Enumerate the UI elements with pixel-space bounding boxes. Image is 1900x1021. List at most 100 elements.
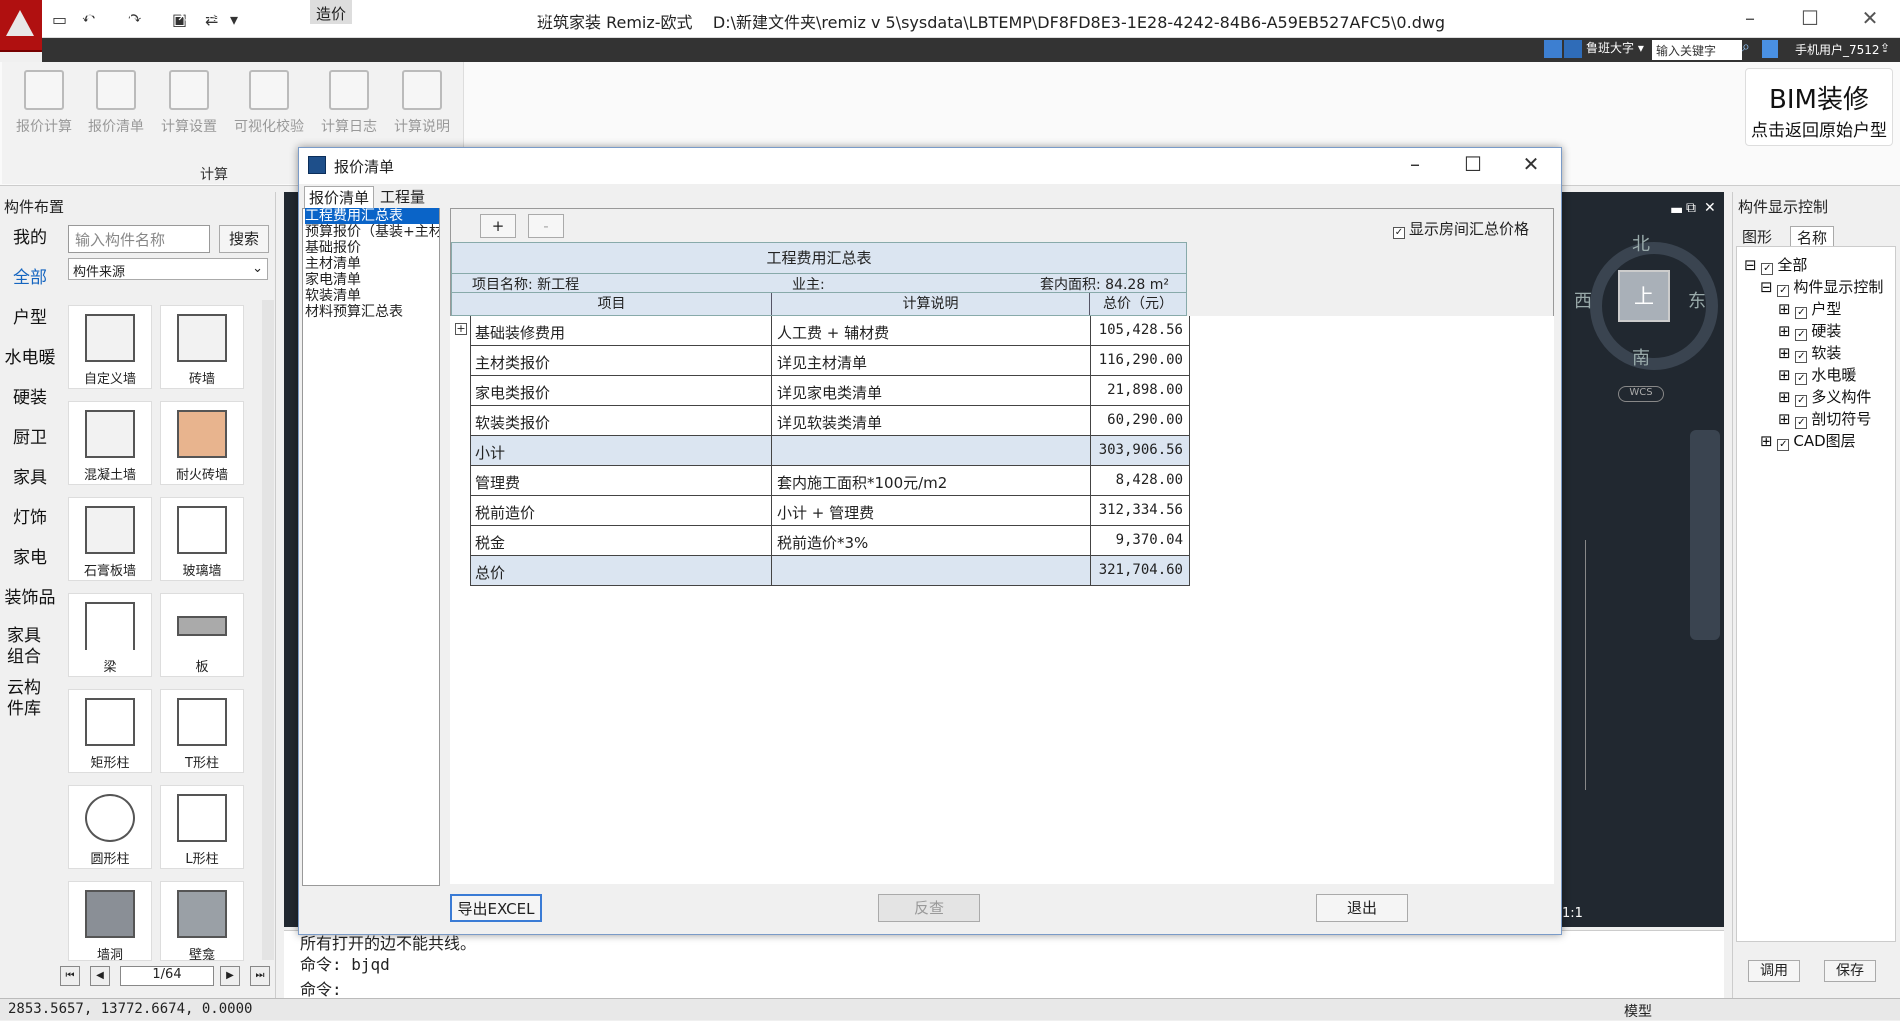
expand-icon[interactable]: ⇪ (1880, 41, 1890, 55)
category-hard[interactable]: 硬装 (4, 388, 56, 409)
search-icon[interactable]: ⌕ (1742, 39, 1750, 55)
reverse-lookup-button[interactable]: 反查 (878, 894, 980, 922)
export-excel-button[interactable]: 导出EXCEL (450, 894, 542, 922)
tree-item-all[interactable]: ⊟ ✓ 全部 (1744, 254, 1807, 275)
component-search-input[interactable]: 输入构件名称 (68, 225, 210, 253)
table-row[interactable]: 总价 321,704.60 (470, 556, 1190, 586)
app-logo-icon[interactable] (0, 0, 42, 52)
category-mine[interactable]: 我的 (4, 228, 56, 249)
checkbox[interactable]: ✓ (1795, 417, 1808, 429)
checkbox[interactable]: ✓ (1795, 373, 1808, 385)
list-item[interactable]: 家电清单 (305, 272, 439, 288)
table-row[interactable]: 主材类报价 详见主材清单 116,290.00 (470, 346, 1190, 376)
viewport-restore-icon[interactable]: ⧉ (1686, 200, 1696, 216)
quick-access-dropdown-icon[interactable]: ▾ (230, 10, 238, 29)
tile-gypsum-wall[interactable]: 石膏板墙 (68, 497, 152, 581)
maximize-button[interactable]: ☐ (1795, 6, 1825, 30)
keyword-search-input[interactable]: 输入关键字 (1652, 40, 1742, 60)
command-prompt[interactable]: 命令: (300, 976, 342, 1000)
table-row[interactable]: 税前造价 小计 + 管理费 312,334.56 (470, 496, 1190, 526)
viewcube-center[interactable]: 上 (1618, 270, 1670, 322)
checkbox[interactable]: ✓ (1795, 307, 1808, 319)
category-all[interactable]: 全部 (4, 268, 56, 289)
category-lighting[interactable]: 灯饰 (4, 508, 56, 529)
tab-graphics[interactable]: 图形 (1742, 226, 1772, 247)
visual-check-button[interactable]: 可视化校验 (226, 70, 312, 136)
category-kitchen-bath[interactable]: 厨卫 (4, 428, 56, 449)
checkbox[interactable]: ✓ (1777, 285, 1790, 297)
checkbox[interactable]: ✓ (1795, 329, 1808, 341)
calc-settings-button[interactable]: 计算设置 (153, 70, 225, 136)
prev-page-button[interactable]: ◀ (90, 966, 110, 986)
category-decor[interactable]: 装饰品 (4, 588, 56, 609)
table-row[interactable]: 小计 303,906.56 (470, 436, 1190, 466)
category-layout[interactable]: 户型 (4, 308, 56, 329)
first-page-button[interactable]: ⏮ (60, 966, 80, 986)
tab-quote-list[interactable]: 报价清单 (304, 186, 375, 208)
tile-niche[interactable]: 壁龛 (160, 881, 244, 961)
viewport-close-icon[interactable]: ✕ (1704, 200, 1716, 216)
calc-log-button[interactable]: 计算日志 (313, 70, 385, 136)
quote-calc-button[interactable]: 报价计算 (8, 70, 80, 136)
table-row[interactable]: 管理费 套内施工面积*100元/m2 8,428.00 (470, 466, 1190, 496)
tile-brick-wall[interactable]: 砖墙 (160, 305, 244, 389)
close-button[interactable]: ✕ (1855, 6, 1885, 30)
tree-item-multi[interactable]: ⊞ ✓ 多义构件 (1778, 386, 1871, 407)
calc-notes-button[interactable]: 计算说明 (386, 70, 458, 136)
list-item[interactable]: 预算报价（基装+主材 (305, 224, 439, 240)
expand-icon[interactable]: + (455, 323, 467, 335)
save-settings-button[interactable]: 保存 (1824, 960, 1876, 982)
show-room-summary-checkbox[interactable]: ✓ 显示房间汇总价格 (1393, 218, 1529, 239)
checkbox[interactable]: ✓ (1795, 351, 1808, 363)
menu-cost[interactable]: 造价 (310, 0, 353, 24)
category-furniture[interactable]: 家具 (4, 468, 56, 489)
list-item[interactable]: 基础报价 (305, 240, 439, 256)
annotation-scale[interactable]: 1:1 (1562, 906, 1583, 921)
minimize-button[interactable]: – (1735, 6, 1765, 30)
list-item[interactable]: 材料预算汇总表 (305, 304, 439, 320)
tile-rect-column[interactable]: 矩形柱 (68, 689, 152, 773)
checkbox[interactable]: ✓ (1795, 395, 1808, 407)
table-row[interactable]: 软装类报价 详见软装类清单 60,290.00 (470, 406, 1190, 436)
tile-custom-wall[interactable]: 自定义墙 (68, 305, 152, 389)
navigation-bar[interactable] (1690, 430, 1720, 640)
tile-round-column[interactable]: 圆形柱 (68, 785, 152, 869)
tile-beam[interactable]: 梁 (68, 593, 152, 677)
list-view-icon[interactable] (1564, 40, 1582, 58)
dialog-minimize-button[interactable]: – (1400, 152, 1430, 176)
menu-help[interactable]: 帮助 (524, 3, 554, 24)
menu-component-lib[interactable]: 构件库 (371, 3, 416, 24)
tree-item-mep[interactable]: ⊞ ✓ 水电暖 (1778, 364, 1856, 385)
checkbox[interactable]: ✓ (1393, 227, 1405, 239)
wcs-menu[interactable]: WCS (1618, 386, 1664, 402)
list-item[interactable]: 主材清单 (305, 256, 439, 272)
menu-project[interactable]: 项目 (70, 3, 100, 24)
apply-button[interactable]: 调用 (1748, 960, 1800, 982)
tree-item-cad-layers[interactable]: ⊞ ✓ CAD图层 (1760, 430, 1856, 451)
last-page-button[interactable]: ⏭ (250, 966, 270, 986)
viewport-minimize-icon[interactable]: ▬ (1670, 202, 1683, 218)
category-cloud-lib[interactable]: 云构件库 (4, 678, 44, 720)
user-name[interactable]: 手机用户_7512 (1795, 41, 1880, 58)
tile-t-column[interactable]: T形柱 (160, 689, 244, 773)
page-number[interactable]: 1/64 (120, 966, 214, 986)
open-icon[interactable]: ▭ (52, 10, 67, 29)
table-row[interactable]: 基础装修费用 人工费 + 辅材费 105,428.56 (470, 316, 1190, 346)
quote-list-button[interactable]: 报价清单 (80, 70, 152, 136)
dialog-maximize-button[interactable]: ☐ (1458, 152, 1488, 176)
category-mep[interactable]: 水电暖 (4, 348, 56, 369)
category-appliance[interactable]: 家电 (4, 548, 56, 569)
search-button[interactable]: 搜索 (219, 225, 269, 253)
checkbox[interactable]: ✓ (1777, 439, 1790, 451)
list-item[interactable]: 软装清单 (305, 288, 439, 304)
table-row[interactable]: 税金 税前造价*3% 9,370.04 (470, 526, 1190, 556)
layout-icon[interactable] (1544, 40, 1562, 58)
menu-construction[interactable]: 施工图 (247, 3, 292, 24)
panel-scrollbar[interactable] (262, 300, 274, 960)
menu-rendering[interactable]: 效果图 (178, 3, 223, 24)
category-furniture-set[interactable]: 家具组合 (4, 626, 44, 668)
font-select[interactable]: 鲁班大字 ▾ (1586, 39, 1644, 61)
table-row[interactable]: 家电类报价 详见家电类清单 21,898.00 (470, 376, 1190, 406)
model-tab[interactable]: 模型 (1624, 1001, 1652, 1021)
bim-back-button[interactable]: BIM装修 点击返回原始户型 (1745, 68, 1893, 146)
